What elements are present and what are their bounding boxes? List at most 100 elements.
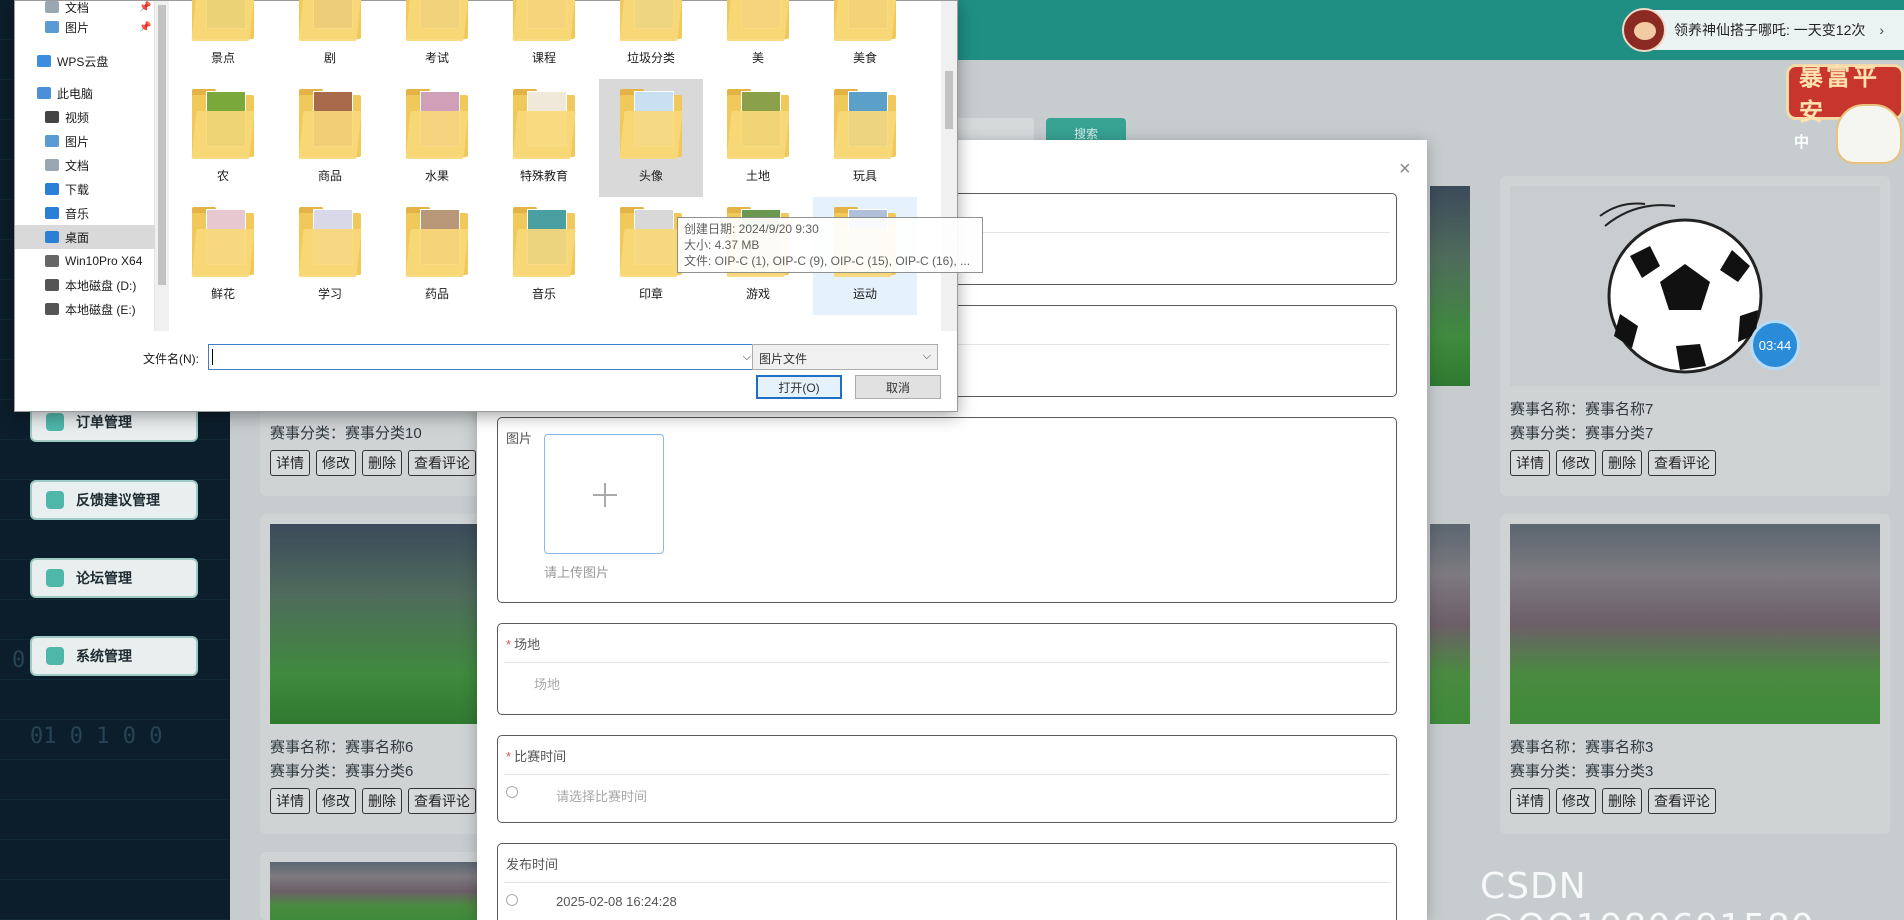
menu-icon	[46, 491, 64, 509]
view-comments-button[interactable]: 查看评论	[408, 788, 476, 814]
nav-item[interactable]: 本地磁盘 (E:)	[15, 297, 155, 321]
sidebar-item-feedback[interactable]: 反馈建议管理	[30, 480, 198, 520]
event-image	[1510, 186, 1880, 386]
open-button[interactable]: 打开(O)	[756, 375, 842, 399]
filename-input[interactable]: ⌵	[208, 344, 756, 370]
nav-item[interactable]: 图片	[15, 129, 155, 153]
nav-item[interactable]: 桌面	[15, 225, 155, 249]
image-field: 图片 请上传图片	[497, 417, 1397, 603]
edit-button[interactable]: 修改	[1556, 788, 1596, 814]
match-time-field: * 比赛时间 请选择比赛时间	[497, 735, 1397, 823]
folder-item[interactable]: 学习	[278, 197, 382, 315]
folder-icon	[45, 21, 59, 33]
nav-item[interactable]: 音乐	[15, 201, 155, 225]
venue-field: * 场地 场地	[497, 623, 1397, 715]
badge-sub-text: 中	[1794, 134, 1810, 151]
folder-icon	[191, 89, 255, 161]
folder-tooltip: 创建日期: 2024/9/20 9:30 大小: 4.37 MB 文件: OIP…	[677, 217, 983, 273]
match-time-picker[interactable]: 请选择比赛时间	[556, 786, 647, 805]
user-info[interactable]: 领养神仙搭子哪吒: 一天变12次 ›	[1622, 8, 1904, 52]
chevron-down-icon[interactable]: ⌵	[743, 351, 751, 364]
folder-icon	[833, 0, 897, 43]
folder-item[interactable]: 玩具	[813, 79, 917, 197]
watermark: CSDN @QQ1980691580	[1480, 866, 1814, 920]
folder-item[interactable]: 农	[171, 79, 275, 197]
field-label: * 场地	[506, 637, 541, 652]
menu-icon	[46, 569, 64, 587]
event-card: 赛事名称：赛事名称7 赛事分类：赛事分类7 详情 修改 删除 查看评论	[1500, 176, 1890, 496]
delete-button[interactable]: 删除	[1602, 450, 1642, 476]
folder-icon	[45, 255, 59, 267]
chevron-right-icon[interactable]: ›	[1879, 22, 1884, 38]
nav-item[interactable]: 此电脑	[15, 81, 155, 105]
publish-time-field: 发布时间 2025-02-08 16:24:28	[497, 843, 1397, 920]
avatar	[1622, 8, 1666, 52]
edit-button[interactable]: 修改	[316, 788, 356, 814]
folder-icon	[45, 279, 59, 291]
view-comments-button[interactable]: 查看评论	[1648, 788, 1716, 814]
folder-item[interactable]: 垃圾分类	[599, 0, 703, 79]
publish-time-picker[interactable]: 2025-02-08 16:24:28	[556, 894, 677, 909]
detail-button[interactable]: 详情	[1510, 450, 1550, 476]
folder-icon	[45, 1, 59, 13]
folder-icon	[405, 89, 469, 161]
folder-icon	[45, 135, 59, 147]
folder-icon	[45, 303, 59, 315]
detail-button[interactable]: 详情	[270, 450, 310, 476]
folder-icon	[37, 55, 51, 67]
nav-item[interactable]: Win10Pro X64	[15, 249, 155, 273]
nav-item[interactable]: 图片 📌	[15, 15, 155, 39]
file-scrollbar[interactable]	[941, 1, 957, 331]
folder-icon	[37, 87, 51, 99]
folder-icon	[45, 159, 59, 171]
nav-item[interactable]: 下载	[15, 177, 155, 201]
event-image	[1430, 524, 1470, 724]
folder-item[interactable]: 剧	[278, 0, 382, 79]
folder-item[interactable]: 土地	[706, 79, 810, 197]
delete-button[interactable]: 删除	[362, 788, 402, 814]
close-icon[interactable]: ×	[1399, 158, 1411, 181]
cancel-button[interactable]: 取消	[855, 375, 941, 399]
folder-item[interactable]: 特殊教育	[492, 79, 596, 197]
folder-item[interactable]: 音乐	[492, 197, 596, 315]
venue-input[interactable]: 场地	[534, 674, 560, 693]
folder-icon	[191, 0, 255, 43]
upload-plus-icon[interactable]	[544, 434, 664, 554]
cat-mascot-icon	[1836, 104, 1902, 164]
folder-item[interactable]: 商品	[278, 79, 382, 197]
nav-item[interactable]: WPS云盘	[15, 49, 155, 73]
folder-item[interactable]: 美食	[813, 0, 917, 79]
view-comments-button[interactable]: 查看评论	[408, 450, 476, 476]
event-name: 赛事名称：赛事名称7	[1510, 401, 1654, 418]
folder-item[interactable]: 头像	[599, 79, 703, 197]
folder-item[interactable]: 美	[706, 0, 810, 79]
detail-button[interactable]: 详情	[1510, 788, 1550, 814]
folder-icon	[45, 183, 59, 195]
sidebar-item-system[interactable]: 系统管理	[30, 636, 198, 676]
view-comments-button[interactable]: 查看评论	[1648, 450, 1716, 476]
folder-icon	[512, 0, 576, 43]
chevron-down-icon: ⌵	[922, 350, 931, 362]
delete-button[interactable]: 删除	[1602, 788, 1642, 814]
event-image	[1510, 524, 1880, 724]
filetype-select[interactable]: 图片文件 ⌵	[752, 344, 938, 370]
folder-item[interactable]: 水果	[385, 79, 489, 197]
folder-item[interactable]: 景点	[171, 0, 275, 79]
folder-icon	[726, 89, 790, 161]
edit-button[interactable]: 修改	[1556, 450, 1596, 476]
detail-button[interactable]: 详情	[270, 788, 310, 814]
nav-scrollbar[interactable]	[155, 1, 169, 331]
folder-icon	[726, 0, 790, 43]
delete-button[interactable]: 删除	[362, 450, 402, 476]
nav-item[interactable]: 视频	[15, 105, 155, 129]
nav-item[interactable]: 文档	[15, 153, 155, 177]
recording-timer[interactable]: 03:44	[1750, 320, 1800, 370]
folder-item[interactable]: 药品	[385, 197, 489, 315]
folder-icon	[833, 89, 897, 161]
folder-item[interactable]: 课程	[492, 0, 596, 79]
nav-item[interactable]: 本地磁盘 (D:)	[15, 273, 155, 297]
sidebar-item-forum[interactable]: 论坛管理	[30, 558, 198, 598]
folder-item[interactable]: 鲜花	[171, 197, 275, 315]
folder-item[interactable]: 考试	[385, 0, 489, 79]
edit-button[interactable]: 修改	[316, 450, 356, 476]
